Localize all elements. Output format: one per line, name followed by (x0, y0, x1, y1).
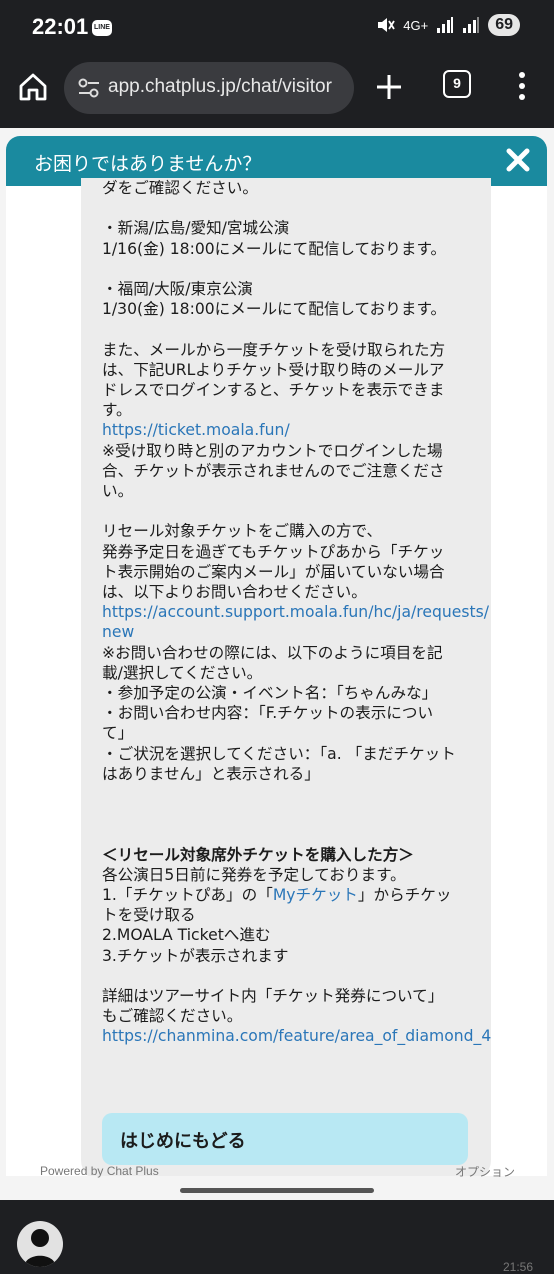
message-line: リセール対象チケットをご購入の方で、 (102, 522, 383, 541)
message-line: ・ご状況を選択してください：「a. 「まだチケット (102, 744, 456, 763)
message-line: ドレスでログインすると、チケットを表示できま (102, 381, 445, 399)
url-text[interactable]: app.chatplus.jp/chat/visitor (108, 76, 348, 98)
status-time: 22:01 (32, 14, 89, 39)
message-line: ・お問い合わせ内容：「F.チケットの表示につい (102, 704, 434, 723)
message-time: 21:56 (503, 1260, 534, 1274)
battery-level: 69 (488, 14, 520, 36)
message-line: 発券予定日を過ぎてもチケットぴあから「チケッ (102, 542, 445, 561)
message-line: ＜リセール対象席外チケットを購入した方＞ (102, 845, 414, 864)
line-app-icon: LINE (92, 20, 112, 36)
message-line: は、以下よりお問い合わせください。 (102, 583, 367, 601)
message-line: 載/選択してください。 (102, 663, 263, 682)
message-link[interactable]: https://chanmina.com/feature/area_of_dia… (102, 1026, 491, 1046)
message-line: ※受け取り時と別のアカウントでログインした場 (102, 441, 443, 460)
message-line: て」 (102, 724, 134, 743)
message-line: ダをご確認ください。 (102, 179, 258, 197)
web-page: お困りではありませんか？ ダをご確認ください。・新潟/広島/愛知/宮城公演 1/1… (0, 128, 554, 1274)
chat-window: お困りではありませんか？ ダをご確認ください。・新潟/広島/愛知/宮城公演 1/1… (6, 136, 547, 1176)
message-line: い。 (102, 482, 134, 500)
message-link[interactable]: https://account.support.moala.fun/hc/ja/… (102, 602, 489, 622)
status-bar: 22:01 LINE 4G+ 69 (0, 0, 554, 56)
my-ticket-link[interactable]: Myチケット (273, 886, 358, 904)
powered-by-text[interactable]: Powered by Chat Plus (40, 1164, 159, 1178)
home-icon[interactable] (16, 70, 50, 104)
message-line: ・福岡/大阪/東京公演 (102, 280, 253, 298)
message-line: 詳細はツアーサイト内「チケット発券について」 (102, 987, 444, 1005)
message-line: ト表示開始のご案内メール」が届いていない場合 (102, 562, 445, 581)
close-icon[interactable] (503, 145, 533, 175)
signal-icon (437, 17, 454, 33)
message-line: は、下記URLよりチケット受け取り時のメールア (102, 360, 445, 379)
message-line: 1.「チケットぴあ」の「Myチケット」からチケッ (102, 886, 452, 904)
option-link[interactable]: オプション (455, 1163, 515, 1180)
person-icon (24, 1229, 56, 1267)
plus-icon[interactable] (372, 70, 406, 104)
message-line: 2.MOALA Ticketへ進む (102, 926, 271, 945)
message-line: また、メールから一度チケットを受け取られた方 (102, 340, 446, 359)
gesture-bar (180, 1188, 374, 1193)
avatar (17, 1221, 63, 1267)
chat-message-bubble: ダをご確認ください。・新潟/広島/愛知/宮城公演 1/16(金) 18:00にメー… (81, 178, 491, 1176)
message-line: 1/16(金) 18:00にメールにて配信しております。 (102, 239, 447, 258)
more-vert-icon[interactable] (512, 68, 532, 104)
message-line: 各公演日5日前に発券を予定しております。 (102, 865, 406, 884)
message-line: ・新潟/広島/愛知/宮城公演 (102, 219, 290, 238)
message-line: 1/30(金) 18:00にメールにて配信しております。 (102, 300, 447, 319)
message-line: もご確認ください。 (102, 1007, 243, 1026)
chat-title: お困りではありませんか？ (34, 153, 262, 175)
status-icons: 4G+ 69 (375, 14, 520, 36)
tune-icon[interactable] (78, 78, 100, 98)
mute-icon (378, 18, 396, 32)
return-to-start-label: はじめにもどる (120, 1131, 246, 1152)
message-line: 合、チケットが表示されませんのでご注意くださ (102, 461, 445, 480)
message-line: はありません」と表示される」 (102, 764, 320, 783)
network-type: 4G+ (403, 17, 429, 33)
browser-toolbar: app.chatplus.jp/chat/visitor 9 (0, 56, 554, 128)
address-bar[interactable]: app.chatplus.jp/chat/visitor (64, 62, 354, 114)
message-line: ・参加予定の公演・イベント名：「ちゃんみな」 (102, 684, 438, 702)
message-line: 3.チケットが表示されます (102, 946, 289, 965)
message-line: ※お問い合わせの際には、以下のように項目を記 (102, 643, 443, 662)
message-line: トを受け取る (102, 906, 196, 925)
tabs-icon[interactable]: 9 (443, 70, 471, 98)
message-link[interactable]: https://ticket.moala.fun/ (102, 420, 290, 440)
signal-icon-2 (463, 17, 480, 33)
return-to-start-button[interactable]: はじめにもどる (102, 1113, 468, 1165)
message-link[interactable]: new (102, 622, 134, 642)
message-line: す。 (102, 401, 132, 420)
